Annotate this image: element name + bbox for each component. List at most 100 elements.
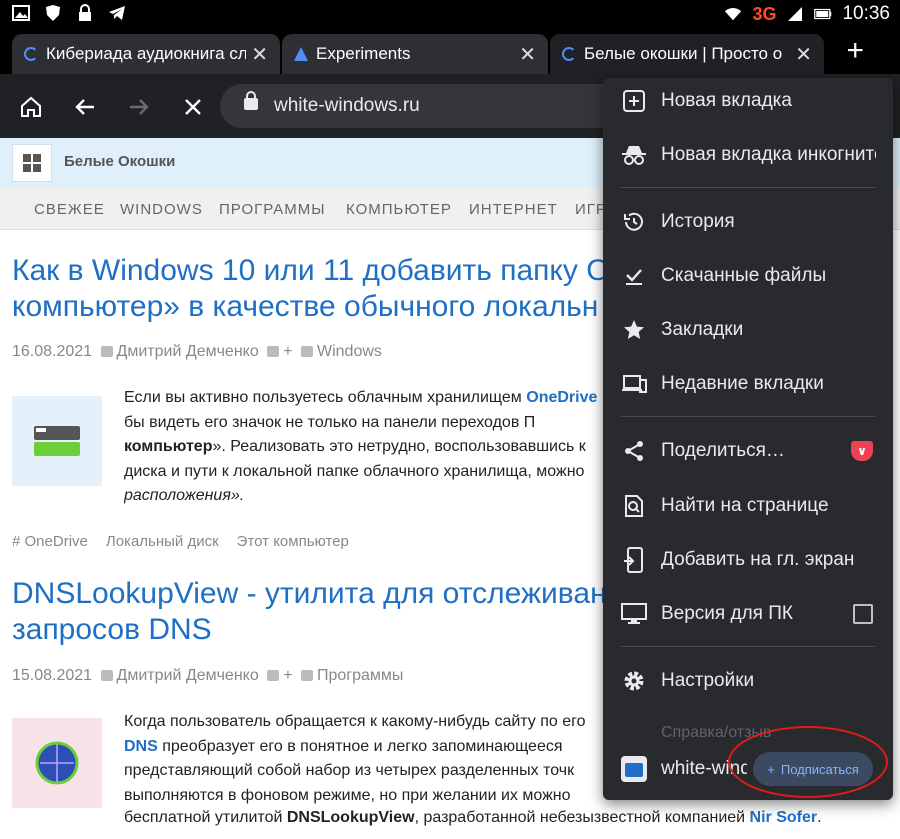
menu-item-label: Добавить на гл. экран — [661, 549, 855, 570]
menu-item-incognito[interactable]: Новая вкладка инкогнито — [603, 132, 893, 178]
menu-item-label: Скачанные файлы — [661, 265, 827, 286]
link-nir-sofer[interactable]: Nir Sofer — [750, 809, 818, 826]
comment-count[interactable]: + — [283, 343, 292, 360]
article-category[interactable]: Программы — [317, 667, 403, 684]
nav-item[interactable]: WINDOWS — [120, 201, 203, 218]
article-category[interactable]: Windows — [317, 343, 382, 360]
home-icon — [21, 96, 41, 117]
browser-overflow-menu: Новая вкладка Новая вкладка инкогнито Ис… — [603, 78, 893, 800]
menu-item-downloads[interactable]: Скачанные файлы — [603, 253, 893, 299]
folder-icon — [300, 346, 313, 357]
download-check-icon — [621, 263, 647, 289]
menu-item-label: Настройки — [661, 670, 755, 691]
comment-count[interactable]: + — [283, 667, 292, 684]
tab-1[interactable]: Кибериада аудиокнига слушать ✕ — [12, 34, 280, 74]
nav-item[interactable]: СВЕЖЕЕ — [34, 201, 105, 218]
star-icon — [621, 317, 647, 343]
article-author[interactable]: Дмитрий Демченко — [117, 667, 259, 684]
article-tags: # OneDrive Локальный диск Этот компьютер — [12, 533, 349, 550]
address-bar[interactable]: white-windows.ru — [220, 84, 640, 128]
plus-box-icon — [621, 88, 647, 114]
menu-item-history[interactable]: История — [603, 199, 893, 245]
nav-item[interactable]: КОМПЬЮТЕР — [346, 201, 452, 218]
wifi-icon — [724, 5, 742, 23]
tab-3-active[interactable]: Белые окошки | Просто о компьютере ✕ — [550, 34, 824, 74]
menu-divider — [621, 187, 875, 188]
menu-item-new-tab[interactable]: Новая вкладка — [603, 78, 893, 124]
pocket-icon[interactable]: ∨ — [851, 441, 873, 461]
menu-divider — [621, 416, 875, 417]
tab-2[interactable]: Experiments ✕ — [282, 34, 548, 74]
nav-item[interactable]: ПРОГРАММЫ — [219, 201, 326, 218]
menu-item-label: Новая вкладка инкогнито — [661, 144, 876, 165]
network-type: 3G — [752, 3, 777, 24]
link-dns[interactable]: DNS — [124, 738, 158, 755]
signal-icon — [786, 5, 804, 23]
forward-arrow-icon — [130, 99, 149, 115]
tag[interactable]: Этот компьютер — [237, 533, 349, 550]
site-name[interactable]: Белые Окошки — [64, 153, 175, 170]
flask-icon — [294, 47, 308, 61]
tab-title: Белые окошки | Просто о компьютере — [584, 44, 784, 63]
article-thumbnail[interactable] — [12, 396, 102, 486]
url-text: white-windows.ru — [274, 95, 420, 116]
back-arrow-icon — [75, 99, 94, 115]
menu-item-label: Недавние вкладки — [661, 373, 824, 394]
menu-item-recent-tabs[interactable]: Недавние вкладки — [603, 361, 893, 407]
incognito-icon — [621, 142, 647, 168]
comment-icon — [267, 670, 280, 681]
tag[interactable]: # OneDrive — [12, 533, 88, 550]
close-icon[interactable]: ✕ — [251, 42, 268, 67]
tab-strip: Кибериада аудиокнига слушать ✕ Experimen… — [0, 30, 900, 74]
tab-title: Кибериада аудиокнига слушать — [46, 44, 246, 63]
article-thumbnail[interactable] — [12, 718, 102, 808]
close-icon[interactable]: ✕ — [519, 42, 536, 67]
menu-item-add-to-home[interactable]: Добавить на гл. экран — [603, 537, 893, 583]
telegram-icon — [108, 4, 126, 22]
article-meta: 15.08.2021 Дмитрий Демченко + Программы — [12, 667, 403, 685]
status-bar: 3G 10:36 — [0, 0, 900, 30]
menu-item-find-in-page[interactable]: Найти на странице — [603, 483, 893, 529]
lock-status-icon — [76, 4, 94, 22]
gallery-icon — [12, 4, 30, 22]
stop-loading-button[interactable] — [176, 90, 210, 124]
article-author[interactable]: Дмитрий Демченко — [117, 343, 259, 360]
back-button[interactable] — [68, 90, 102, 124]
new-tab-button[interactable]: + — [846, 36, 864, 66]
menu-item-label: Закладки — [661, 319, 744, 340]
menu-item-settings[interactable]: Настройки — [603, 658, 893, 704]
menu-item-label: Новая вкладка — [661, 90, 792, 111]
devices-icon — [621, 371, 647, 397]
tab-title: Experiments — [316, 44, 411, 63]
article-date: 15.08.2021 — [12, 667, 93, 684]
dns-globe-icon — [35, 741, 79, 785]
close-icon — [185, 99, 201, 115]
menu-item-desktop-site[interactable]: Версия для ПК — [603, 591, 893, 637]
user-icon — [100, 346, 113, 357]
menu-divider — [621, 646, 875, 647]
link-onedrive[interactable]: OneDrive — [526, 389, 597, 406]
share-icon — [621, 438, 647, 464]
article-meta: 16.08.2021 Дмитрий Демченко + Windows — [12, 343, 382, 361]
site-favicon-icon — [621, 756, 647, 782]
menu-item-share[interactable]: Поделиться… ∨ — [603, 428, 893, 474]
nav-item[interactable]: ИНТЕРНЕТ — [469, 201, 558, 218]
history-icon — [621, 209, 647, 235]
home-button[interactable] — [14, 90, 48, 124]
lock-icon — [244, 91, 258, 110]
gear-icon — [621, 668, 647, 694]
article-excerpt-line: бесплатной утилитой DNSLookupView, разра… — [124, 809, 822, 826]
close-icon[interactable]: ✕ — [795, 42, 812, 67]
annotation-ellipse — [728, 726, 888, 798]
tag[interactable]: Локальный диск — [106, 533, 219, 550]
site-logo[interactable] — [12, 144, 52, 182]
menu-item-label: Найти на странице — [661, 495, 829, 516]
desktop-site-checkbox[interactable] — [853, 604, 873, 624]
menu-item-bookmarks[interactable]: Закладки — [603, 307, 893, 353]
loading-spinner-icon — [24, 47, 38, 61]
folder-icon — [300, 670, 313, 681]
loading-spinner-icon — [562, 47, 576, 61]
menu-item-label: История — [661, 211, 735, 232]
forward-button[interactable] — [122, 90, 156, 124]
battery-icon — [814, 5, 832, 23]
